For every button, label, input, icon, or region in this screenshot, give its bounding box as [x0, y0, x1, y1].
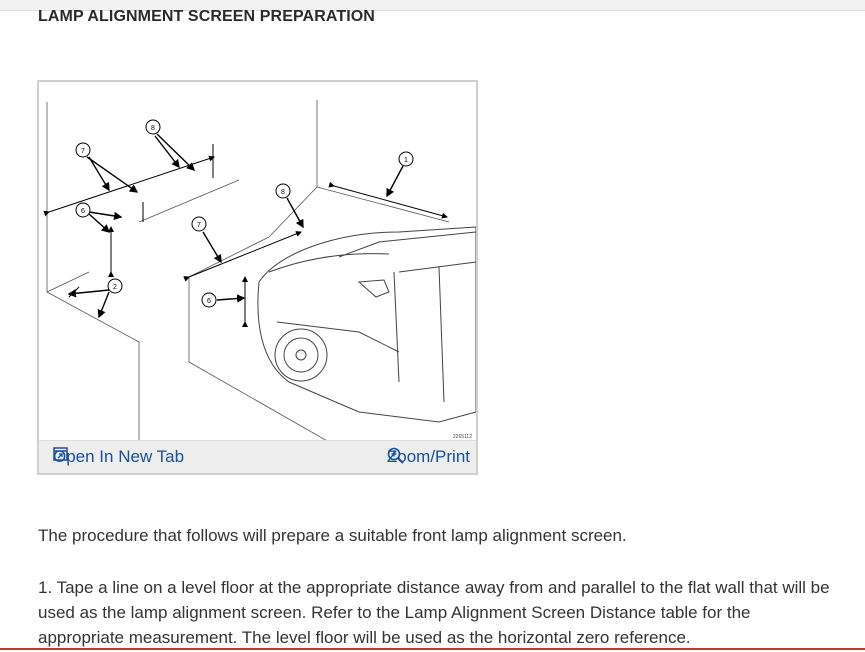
open-in-new-tab-icon [53, 447, 68, 461]
zoom-print-link[interactable]: Zoom/Print [387, 447, 470, 467]
open-in-new-tab-link[interactable]: Open In New Tab [53, 447, 184, 467]
callout-label: 6 [207, 298, 211, 305]
callout-label: 1 [404, 157, 408, 164]
zoom-in-icon [387, 447, 404, 464]
lamp-alignment-diagram: 7 8 6 7 8 1 2 6 [43, 100, 476, 442]
intro-paragraph: The procedure that follows will prepare … [38, 526, 627, 545]
callout-label: 6 [81, 208, 85, 215]
callout-label: 8 [281, 189, 285, 196]
callout-label: 8 [151, 125, 155, 132]
open-in-new-tab-label: Open In New Tab [53, 447, 185, 466]
figure-panel: 7 8 6 7 8 1 2 6 2265112 Open In New Tab … [37, 80, 478, 475]
bottom-divider [0, 648, 865, 650]
page-title: LAMP ALIGNMENT SCREEN PREPARATION [38, 8, 375, 25]
figure-toolbar: Open In New Tab Zoom/Print [39, 440, 476, 473]
step-1-paragraph: 1. Tape a line on a level floor at the a… [38, 578, 830, 647]
callout-label: 7 [197, 222, 201, 229]
callout-label: 7 [81, 148, 85, 155]
callout-label: 2 [113, 284, 117, 291]
